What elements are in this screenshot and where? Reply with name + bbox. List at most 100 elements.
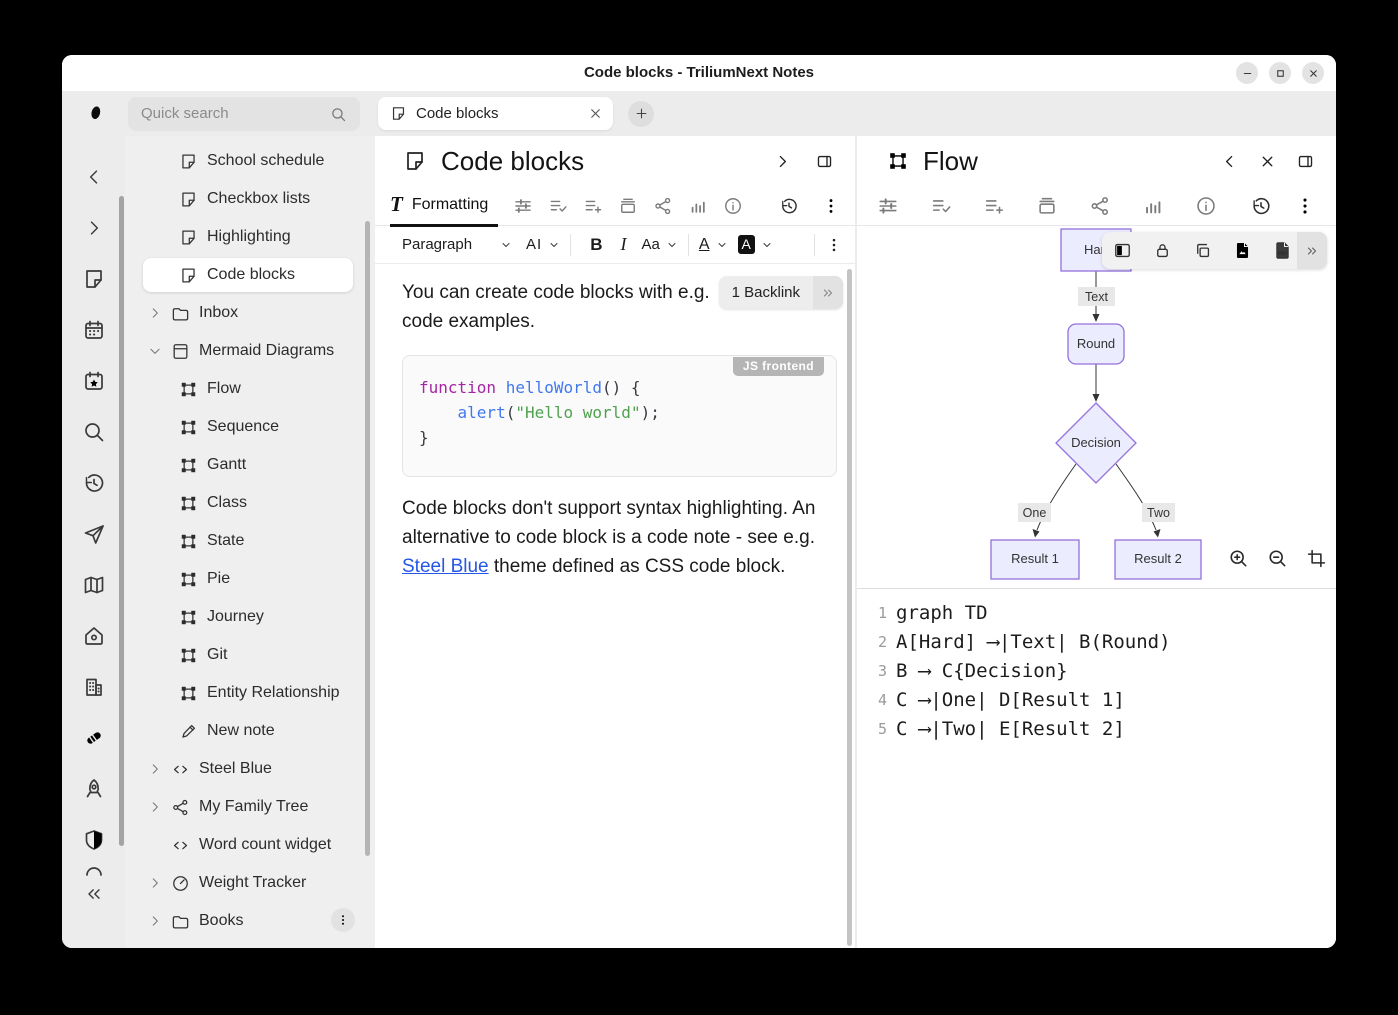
tree-item-new-note[interactable]: New note — [125, 712, 375, 750]
tab-inherited-attributes[interactable] — [583, 196, 603, 216]
move-pane-left-button[interactable] — [1214, 146, 1244, 176]
lock-button[interactable] — [1142, 232, 1182, 269]
backlink-button[interactable]: 1 Backlink — [719, 276, 843, 309]
chevron-right-icon[interactable] — [148, 800, 162, 814]
font-color-dropdown[interactable]: A — [699, 236, 728, 254]
tab-note-paths[interactable] — [1089, 195, 1111, 217]
tree-item-mermaid-diagrams[interactable]: Mermaid Diagrams — [125, 332, 375, 370]
minimize-button[interactable] — [1236, 62, 1258, 84]
shield-button[interactable] — [77, 827, 111, 853]
calendar-button[interactable] — [77, 317, 111, 343]
background-color-dropdown[interactable]: A — [738, 235, 773, 254]
chevron-down-icon[interactable] — [148, 344, 162, 358]
tree-item-highlighting[interactable]: Highlighting — [125, 218, 375, 256]
toolbar-more-button[interactable] — [1297, 232, 1327, 269]
export-image-button[interactable] — [1222, 232, 1262, 269]
map-button[interactable] — [77, 572, 111, 598]
note-title[interactable]: Code blocks — [441, 146, 767, 177]
tree-item-school-schedule[interactable]: School schedule — [125, 142, 375, 180]
tab-basic-properties[interactable] — [513, 196, 533, 216]
toggle-editor-button[interactable] — [1102, 232, 1142, 269]
close-pane-button[interactable] — [1252, 146, 1282, 176]
tree-item-journey[interactable]: Journey — [125, 598, 375, 636]
tree-options-button[interactable] — [331, 908, 355, 932]
close-button[interactable] — [1302, 62, 1324, 84]
tree-item-statistics[interactable]: Statistics — [125, 940, 375, 948]
tab-note-map[interactable] — [1142, 195, 1164, 217]
chevron-right-icon[interactable] — [148, 914, 162, 928]
note-title[interactable]: Flow — [923, 146, 1214, 177]
tree-item-class[interactable]: Class — [125, 484, 375, 522]
maximize-button[interactable] — [1269, 62, 1291, 84]
trilium-logo[interactable] — [77, 101, 111, 139]
tab-formatting[interactable]: T Formatting — [390, 185, 498, 227]
new-note-button[interactable] — [77, 266, 111, 292]
search-input[interactable] — [128, 97, 360, 131]
tab-note-info[interactable] — [723, 196, 743, 216]
tree-item-checkbox-lists[interactable]: Checkbox lists — [125, 180, 375, 218]
inbox-send-button[interactable] — [77, 521, 111, 547]
tree-item-code-blocks[interactable]: Code blocks — [143, 258, 353, 292]
bold-button[interactable]: B — [590, 235, 602, 255]
tree-item-state[interactable]: State — [125, 522, 375, 560]
tab-inherited-attributes[interactable] — [983, 195, 1005, 217]
history-back-button[interactable] — [77, 164, 111, 190]
tab-code-blocks[interactable]: Code blocks — [378, 97, 613, 130]
tree-scrollbar[interactable] — [365, 221, 370, 856]
tree-item-entity-relationship[interactable]: Entity Relationship — [125, 674, 375, 712]
note-actions-button[interactable] — [1294, 195, 1316, 217]
tree-item-weight-tracker[interactable]: Weight Tracker — [125, 864, 375, 902]
tab-book-properties[interactable] — [1036, 195, 1058, 217]
tab-note-info[interactable] — [1195, 195, 1217, 217]
home-button[interactable] — [77, 623, 111, 649]
italic-button[interactable]: I — [620, 234, 626, 255]
tree-item-inbox[interactable]: Inbox — [125, 294, 375, 332]
editor-content[interactable]: You can create code blocks with e.g. cod… — [375, 264, 855, 948]
text-case-dropdown[interactable]: Aa — [641, 236, 677, 253]
building-button[interactable] — [77, 674, 111, 700]
toolbar-more-button[interactable] — [825, 236, 843, 254]
tab-note-paths[interactable] — [653, 196, 673, 216]
history-forward-button[interactable] — [77, 215, 111, 241]
reset-zoom-button[interactable] — [1304, 546, 1328, 570]
split-pane-button[interactable] — [809, 146, 839, 176]
tree-item-gantt[interactable]: Gantt — [125, 446, 375, 484]
backlink-expand[interactable] — [813, 276, 843, 309]
export-png-button[interactable]: PNG — [1262, 232, 1302, 269]
rocket-button[interactable] — [77, 776, 111, 802]
mermaid-source-editor[interactable]: 1graph TD 2A[Hard] ⟶|Text| B(Round) 3B ⟶… — [857, 589, 1336, 948]
split-pane-button[interactable] — [1290, 146, 1320, 176]
note-actions-button[interactable] — [821, 196, 841, 216]
tree-item-pie[interactable]: Pie — [125, 560, 375, 598]
clipped-launcher-button[interactable] — [77, 865, 111, 881]
tab-owned-attributes[interactable] — [930, 195, 952, 217]
tree-item-flow[interactable]: Flow — [125, 370, 375, 408]
mermaid-diagram[interactable]: Text One Two Hard Round — [857, 226, 1336, 589]
copy-button[interactable] — [1182, 232, 1222, 269]
tab-close-icon[interactable] — [588, 106, 603, 121]
chevron-right-icon[interactable] — [148, 876, 162, 890]
search-button[interactable] — [77, 419, 111, 445]
paragraph-style-dropdown[interactable]: Paragraph — [402, 236, 512, 253]
recent-changes-button[interactable] — [77, 470, 111, 496]
brush-button[interactable] — [77, 725, 111, 751]
zoom-in-button[interactable] — [1226, 546, 1250, 570]
launcher-scrollbar[interactable] — [119, 196, 124, 846]
tab-basic-properties[interactable] — [877, 195, 899, 217]
tree-item-my-family-tree[interactable]: My Family Tree — [125, 788, 375, 826]
calendar-star-button[interactable] — [77, 368, 111, 394]
tab-book-properties[interactable] — [618, 196, 638, 216]
note-revisions-button[interactable] — [779, 196, 799, 216]
tree-item-git[interactable]: Git — [125, 636, 375, 674]
tab-owned-attributes[interactable] — [548, 196, 568, 216]
tree-item-word-count-widget[interactable]: Word count widget — [125, 826, 375, 864]
steel-blue-link[interactable]: Steel Blue — [402, 556, 489, 577]
zoom-out-button[interactable] — [1265, 546, 1289, 570]
expand-pane-button[interactable] — [767, 146, 797, 176]
collapse-launcher-button[interactable] — [77, 881, 111, 907]
chevron-right-icon[interactable] — [148, 762, 162, 776]
tab-note-map[interactable] — [688, 196, 708, 216]
note-revisions-button[interactable] — [1250, 195, 1272, 217]
tree-item-steel-blue[interactable]: Steel Blue — [125, 750, 375, 788]
tree-item-sequence[interactable]: Sequence — [125, 408, 375, 446]
